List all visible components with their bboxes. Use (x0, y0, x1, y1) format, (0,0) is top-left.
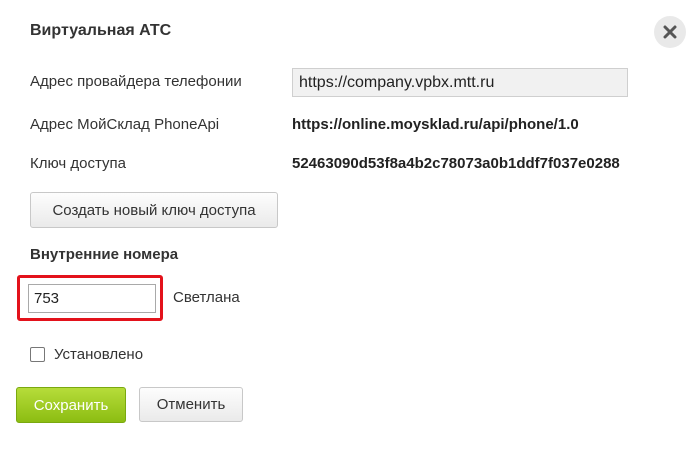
create-new-key-button[interactable]: Создать новый ключ доступа (30, 192, 278, 228)
internal-number-name: Светлана (173, 289, 240, 306)
internal-numbers-title: Внутренние номера (30, 246, 179, 263)
access-key-label: Ключ доступа (30, 155, 126, 172)
installed-checkbox-label: Установлено (54, 346, 144, 363)
close-button[interactable] (654, 16, 686, 48)
installed-checkbox-row[interactable]: Установлено (30, 346, 143, 363)
save-button[interactable]: Сохранить (16, 387, 126, 423)
virtual-pbx-dialog: Виртуальная АТС Адрес провайдера телефон… (0, 0, 695, 456)
phoneapi-address-value: https://online.moysklad.ru/api/phone/1.0 (292, 116, 579, 133)
cancel-button[interactable]: Отменить (139, 387, 243, 422)
access-key-value: 52463090d53f8a4b2c78073a0b1ddf7f037e0288 (292, 155, 620, 172)
dialog-title: Виртуальная АТС (30, 22, 172, 39)
close-icon (663, 25, 677, 39)
provider-address-label: Адрес провайдера телефонии (30, 73, 242, 90)
phoneapi-address-label: Адрес МойСклад PhoneApi (30, 116, 220, 133)
installed-checkbox[interactable] (30, 347, 45, 362)
provider-address-input[interactable] (292, 68, 628, 97)
internal-number-input[interactable] (28, 284, 156, 313)
